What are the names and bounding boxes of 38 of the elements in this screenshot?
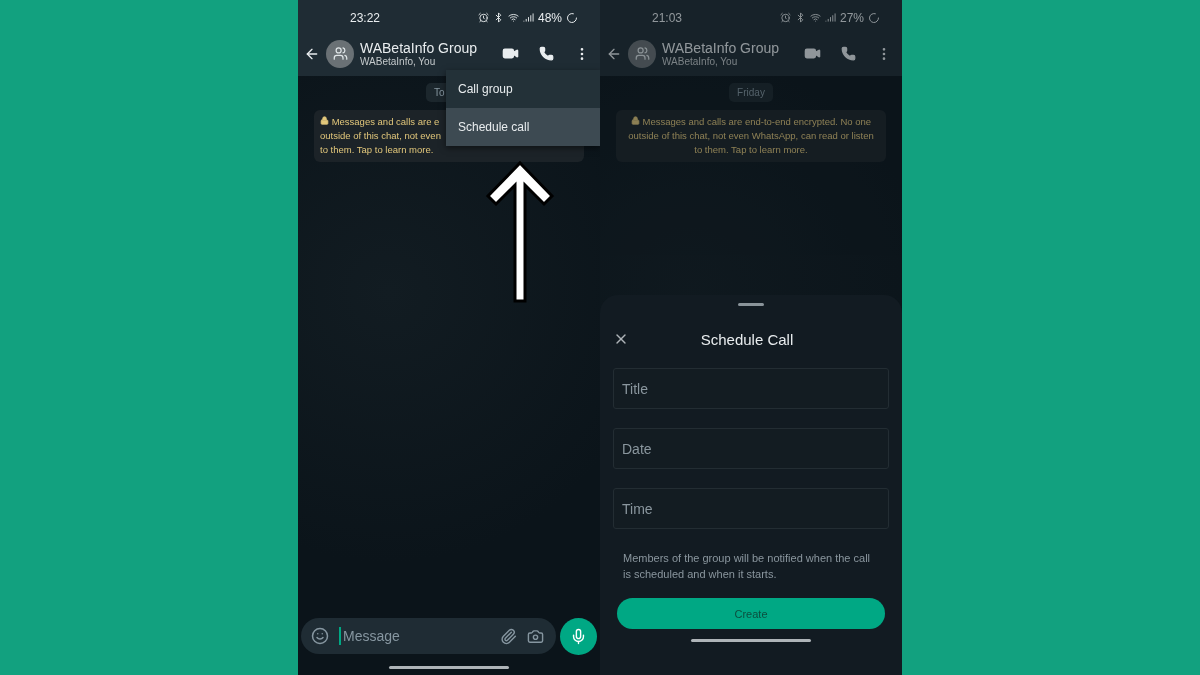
paperclip-icon[interactable] xyxy=(500,627,517,645)
battery-percent: 48% xyxy=(537,10,562,25)
emoji-icon[interactable] xyxy=(311,627,329,645)
chat-subtitle: WABetaInfo, You xyxy=(662,56,739,67)
input-field[interactable]: Time xyxy=(613,488,889,529)
mic-icon xyxy=(570,627,587,645)
alarm-icon xyxy=(779,12,791,23)
chat-subtitle: WABetaInfo, You xyxy=(360,56,437,67)
signal-icon xyxy=(522,12,534,23)
phone-icon[interactable] xyxy=(841,46,856,61)
wifi-icon xyxy=(809,12,821,23)
wifi-icon xyxy=(507,12,519,23)
message-input[interactable]: Message xyxy=(339,627,490,645)
message-field[interactable]: Message xyxy=(301,618,556,654)
camera-icon[interactable] xyxy=(527,627,544,645)
lock-icon xyxy=(630,116,640,125)
chat-title: WABetaInfo Group xyxy=(662,40,780,56)
info-text: Members of the group will be notified when the call is scheduled and when it starts. xyxy=(623,551,872,582)
status-time: 23:22 xyxy=(350,10,381,25)
encryption-notice: Messages and calls are end-to-end encrypted. No one outside of this chat, not even WhatsApp, can read or listen to them. Tap to learn more. xyxy=(616,110,886,162)
menu-item[interactable]: Schedule call xyxy=(446,108,600,146)
phone-icon[interactable] xyxy=(539,46,554,61)
sheet-title: Schedule Call xyxy=(699,330,795,348)
date-chip: Friday xyxy=(729,83,773,102)
group-icon xyxy=(634,46,650,61)
battery-ring-icon xyxy=(868,11,880,24)
battery-percent: 27% xyxy=(839,10,864,25)
signal-icon xyxy=(824,12,836,23)
input-field[interactable]: Date xyxy=(613,428,889,469)
mic-button[interactable] xyxy=(560,617,597,655)
battery-ring-icon xyxy=(566,11,578,24)
lock-icon xyxy=(320,116,329,125)
group-icon xyxy=(332,46,348,61)
status-time: 21:03 xyxy=(652,10,683,25)
sheet-handle[interactable] xyxy=(738,303,764,306)
input-field[interactable]: Title xyxy=(613,368,889,409)
chat-title: WABetaInfo Group xyxy=(360,40,478,56)
alarm-icon xyxy=(477,12,489,23)
